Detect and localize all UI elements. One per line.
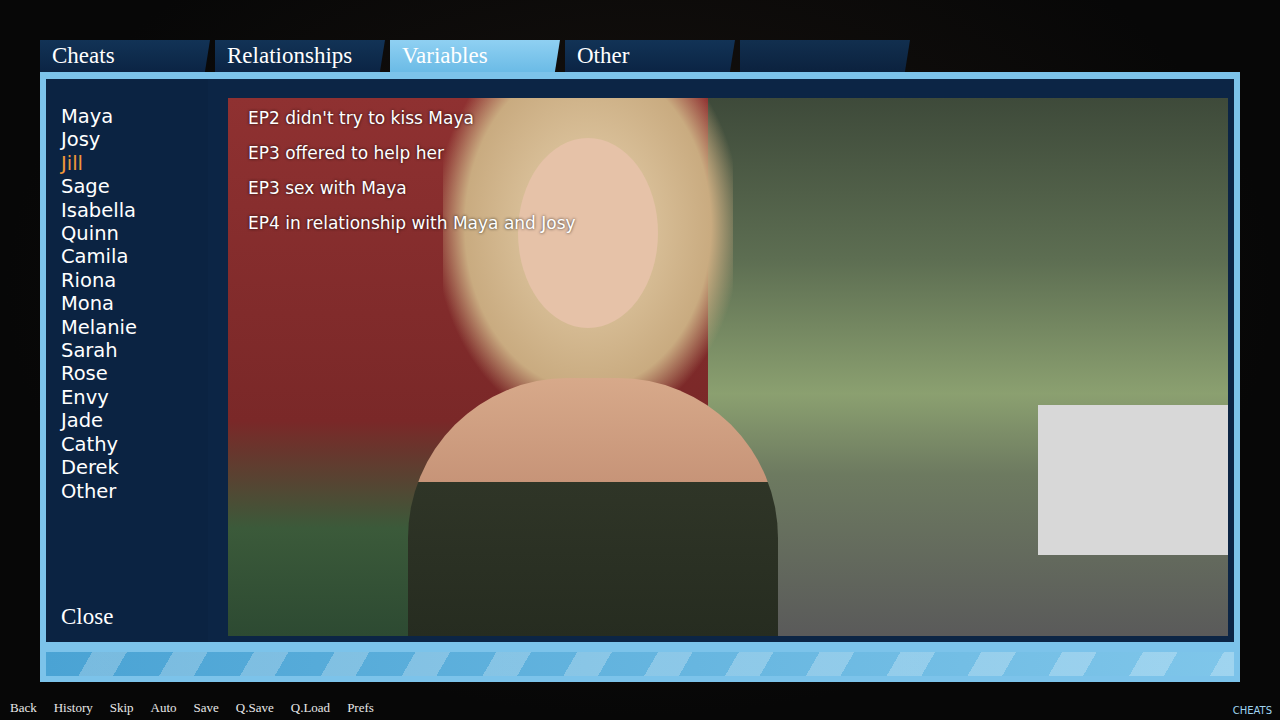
character-item[interactable]: Josy [61,128,208,151]
character-item[interactable]: Isabella [61,199,208,222]
tab[interactable]: Relationships [215,40,385,72]
character-item[interactable]: Envy [61,386,208,409]
tab[interactable]: Other [565,40,735,72]
quick-menu-item[interactable]: History [54,700,93,716]
character-item[interactable]: Riona [61,269,208,292]
variable-item: EP4 in relationship with Maya and Josy [248,211,1228,235]
character-item[interactable]: Sage [61,175,208,198]
variable-item: EP2 didn't try to kiss Maya [248,106,1228,130]
character-item[interactable]: Camila [61,245,208,268]
character-item[interactable]: Mona [61,292,208,315]
character-picture: EP2 didn't try to kiss Maya EP3 offered t… [228,98,1228,636]
quick-menu-item[interactable]: Q.Load [291,700,330,716]
tab-bar: CheatsRelationshipsVariablesOther [40,40,1280,72]
character-item[interactable]: Derek [61,456,208,479]
quick-menu-item[interactable]: Back [10,700,37,716]
quick-menu-item[interactable]: Skip [110,700,134,716]
variables-area: EP2 didn't try to kiss Maya EP3 offered t… [208,79,1234,642]
character-item[interactable]: Sarah [61,339,208,362]
cheats-label[interactable]: CHEATS [1233,705,1272,716]
panel-body: MayaJosyJillSageIsabellaQuinnCamilaRiona… [46,79,1234,642]
menu-panel: MayaJosyJillSageIsabellaQuinnCamilaRiona… [40,72,1240,682]
quick-menu-item[interactable]: Prefs [347,700,374,716]
variable-item: EP3 offered to help her [248,141,1228,165]
character-item[interactable]: Other [61,480,208,503]
character-item[interactable]: Cathy [61,433,208,456]
decor-stripe [46,652,1234,676]
tab[interactable]: Cheats [40,40,210,72]
blank-tab [740,40,910,72]
character-list: MayaJosyJillSageIsabellaQuinnCamilaRiona… [46,79,208,642]
quick-menu: Back History Skip Auto Save Q.Save Q.Load Prefs… [0,682,1280,720]
character-item[interactable]: Maya [61,105,208,128]
tab[interactable]: Variables [390,40,560,72]
variable-item: EP3 sex with Maya [248,176,1228,200]
quick-menu-item[interactable]: Q.Save [236,700,274,716]
character-item[interactable]: Jill [61,152,208,175]
close-button[interactable]: Close [61,604,208,634]
cheat-menu-screen: CheatsRelationshipsVariablesOtherMayaJos… [0,0,1280,720]
character-item[interactable]: Melanie [61,316,208,339]
character-item[interactable]: Rose [61,362,208,385]
variable-list: EP2 didn't try to kiss Maya EP3 offered t… [228,98,1228,235]
quick-menu-item[interactable]: Auto [151,700,177,716]
character-item[interactable]: Jade [61,409,208,432]
quick-menu-item[interactable]: Save [194,700,219,716]
character-item[interactable]: Quinn [61,222,208,245]
